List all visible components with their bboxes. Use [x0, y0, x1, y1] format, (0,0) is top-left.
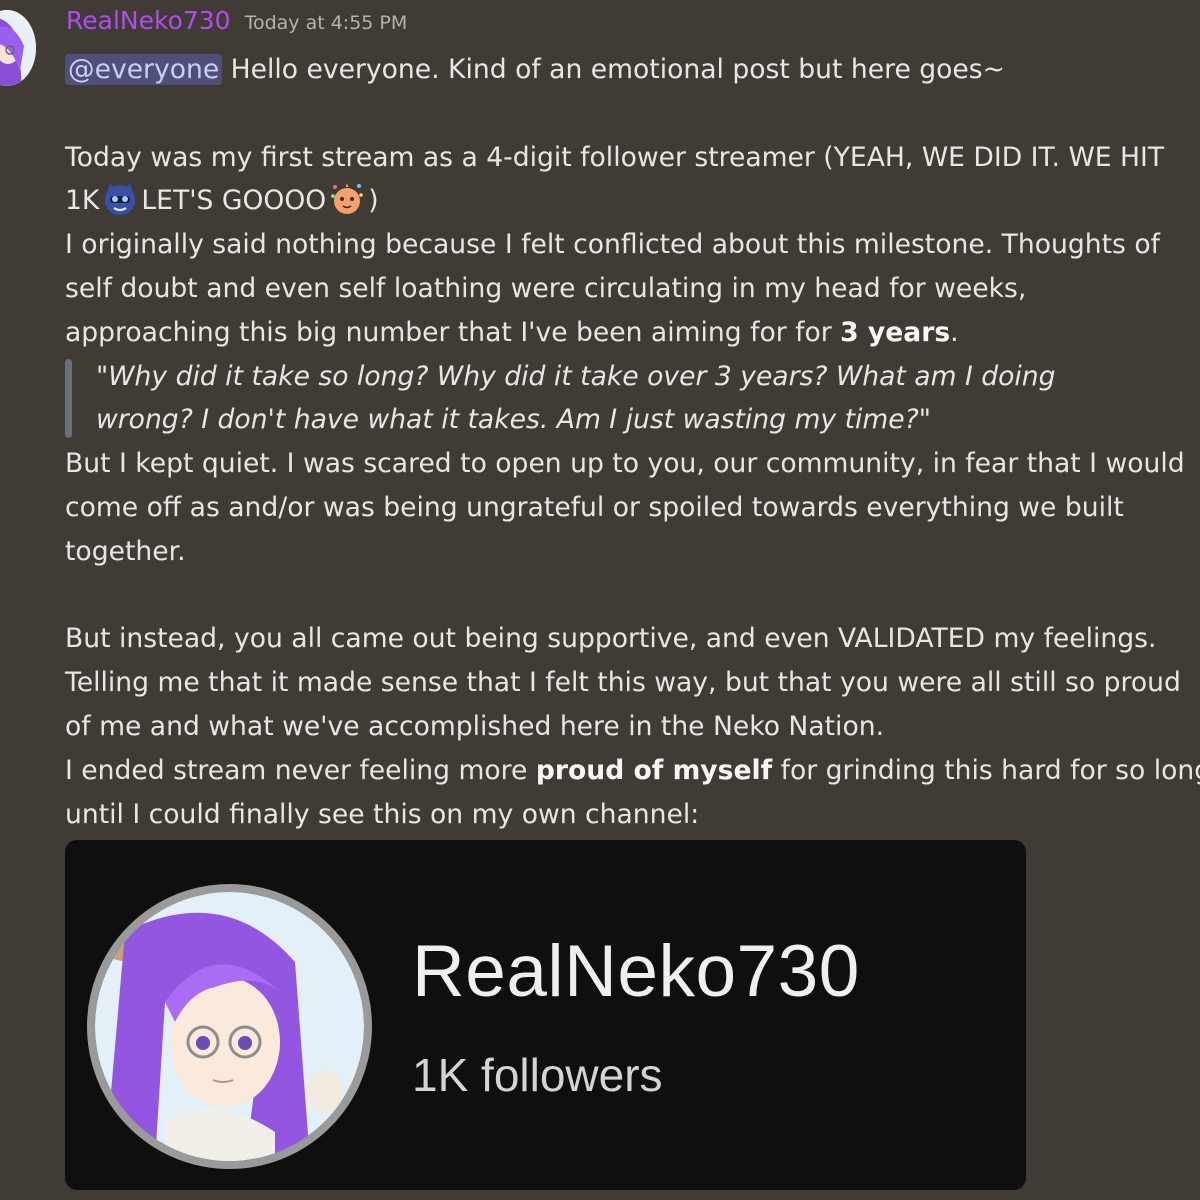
channel-avatar [87, 884, 372, 1169]
message-text: for grinding this hard for so long [772, 754, 1200, 786]
message-content: @everyone Hello everyone. Kind of an emo… [65, 48, 1200, 836]
message-line: 1K LET'S GOOOO ) [65, 179, 1195, 223]
channel-name: RealNeko730 [412, 931, 860, 1012]
bold-text: proud of myself [535, 754, 773, 786]
party-emote-icon[interactable] [329, 181, 365, 217]
message-line: But instead, you all came out being supp… [65, 623, 1157, 655]
message-timestamp[interactable]: Today at 4:55 PM [245, 12, 408, 34]
quote-line: "Why did it take so long? Why did it tak… [96, 360, 1056, 392]
quote-line: wrong? I don't have what it takes. Am I … [96, 404, 932, 436]
message-line: self doubt and even self loathing were c… [65, 272, 1027, 304]
image-attachment[interactable]: RealNeko730 1K followers [65, 840, 1026, 1190]
message-text: approaching this big number that I've be… [65, 316, 841, 348]
message-line: Today was my first stream as a 4-digit f… [65, 141, 1165, 173]
bold-text: 3 years [840, 316, 951, 348]
message-line: of me and what we've accomplished here i… [65, 710, 885, 742]
message-line: @everyone Hello everyone. Kind of an emo… [65, 48, 1195, 92]
message-line: come off as and/or was being ungrateful … [65, 491, 1124, 523]
message-line: until I could finally see this on my own… [65, 798, 700, 830]
message-text: Hello everyone. Kind of an emotional pos… [222, 54, 1005, 85]
everyone-mention[interactable]: @everyone [65, 54, 223, 85]
message-line: I originally said nothing because I felt… [65, 229, 1160, 261]
message-header: RealNeko730 Today at 4:55 PM [66, 6, 407, 46]
message-text: . [950, 316, 959, 348]
author-name[interactable]: RealNeko730 [66, 6, 231, 35]
message-text: 1K [65, 185, 100, 217]
message-line: I ended stream never feeling more proud … [65, 749, 1200, 793]
message-text: LET'S GOOOO [141, 185, 327, 217]
message-text: I ended stream never feeling more [65, 754, 536, 786]
author-avatar[interactable] [0, 10, 36, 86]
follower-count: 1K followers [412, 1049, 663, 1101]
quote-bar [65, 358, 72, 439]
block-quote: "Why did it take so long? Why did it tak… [65, 355, 1195, 443]
message-line: approaching this big number that I've be… [65, 311, 1195, 355]
message-line: together. [65, 535, 186, 567]
cat-emote-icon[interactable] [102, 181, 138, 217]
message-text: ) [368, 185, 379, 217]
message-line: But I kept quiet. I was scared to open u… [65, 448, 1185, 480]
message-line: Telling me that it made sense that I fel… [65, 667, 1181, 699]
